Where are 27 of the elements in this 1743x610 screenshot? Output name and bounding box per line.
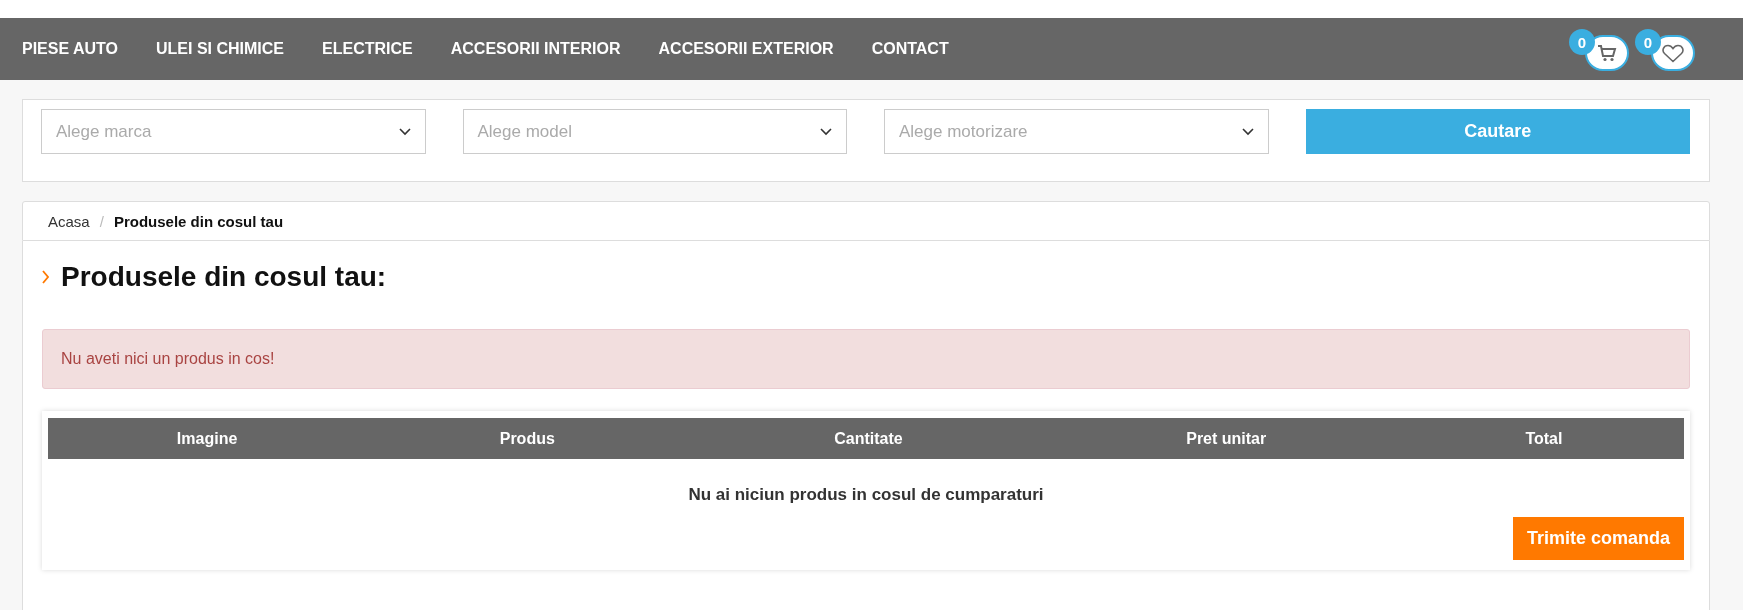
column-header: Total <box>1524 428 1564 449</box>
heart-icon <box>1662 43 1684 63</box>
column-header: Cantitate <box>833 428 904 449</box>
column-header: Imagine <box>175 428 239 449</box>
wishlist-button[interactable] <box>1651 35 1695 71</box>
cart-count-badge: 0 <box>1569 29 1595 55</box>
nav-link[interactable]: ACCESORII EXTERIOR <box>658 40 834 58</box>
nav-link[interactable]: ACCESORII INTERIOR <box>450 40 621 58</box>
nav-link[interactable]: PIESE AUTO <box>22 40 119 58</box>
cart-icon <box>1597 44 1617 62</box>
nav-link[interactable]: CONTACT <box>871 40 949 58</box>
breadcrumb-item[interactable]: Acasa <box>48 212 90 230</box>
alert-message: Nu aveti nici un produs in cos! <box>42 329 1690 389</box>
chevron-down-icon <box>398 127 411 136</box>
nav-link[interactable]: ULEI SI CHIMICE <box>156 40 285 58</box>
breadcrumb-separator: / <box>99 212 104 230</box>
column-header: Produs <box>498 428 556 449</box>
nav-link[interactable]: ELECTRICE <box>322 40 413 58</box>
column-header: Pret unitar <box>1185 428 1268 449</box>
chevron-down-icon <box>820 127 832 136</box>
page-title: Produsele din cosul tau: <box>61 261 387 293</box>
cart-button[interactable] <box>1585 35 1629 71</box>
chevron-right-icon <box>42 270 49 284</box>
empty-cart-message: Nu ai niciun produs in cosul de cumparaturi <box>687 485 1045 505</box>
chevron-down-icon <box>1241 127 1254 136</box>
breadcrumb-item: Produsele din cosul tau <box>113 212 284 230</box>
wishlist-count-badge: 0 <box>1635 29 1661 55</box>
